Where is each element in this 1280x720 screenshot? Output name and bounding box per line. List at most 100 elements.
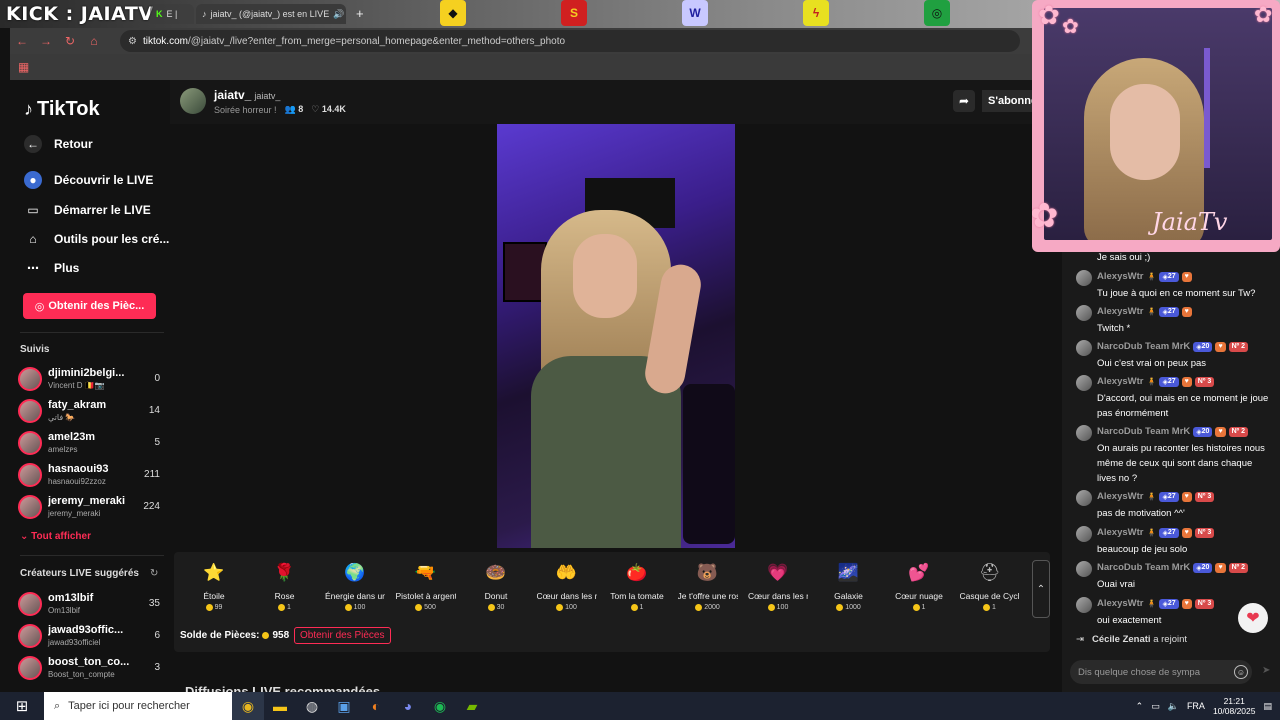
viewer-count: 211 — [144, 469, 160, 480]
chat-input[interactable]: Dis quelque chose de sympa — [1070, 660, 1252, 684]
user-subtitle: amelᴢᴘs — [48, 445, 78, 454]
back-arrow-icon[interactable]: ← — [10, 34, 34, 48]
network-icon[interactable]: ▭ — [1151, 701, 1160, 712]
home-icon[interactable]: ⌂ — [82, 34, 106, 48]
suggested-user[interactable]: jawad93offic... jawad93officiel 6 — [18, 622, 168, 652]
gift-item[interactable]: 🔫 Pistolet à argent 500 — [396, 560, 456, 611]
chat-username[interactable]: NarcoDub Team MrK — [1097, 426, 1190, 437]
share-button[interactable]: ➦ — [953, 90, 975, 112]
avatar[interactable] — [1076, 490, 1092, 506]
chat-username[interactable]: AlexysWtr — [1097, 491, 1143, 502]
gift-price: 100 — [748, 604, 808, 611]
avatar[interactable] — [1076, 597, 1092, 613]
clock[interactable]: 21:21 10/08/2025 — [1213, 696, 1256, 716]
avatar[interactable] — [1076, 375, 1092, 391]
volume-icon[interactable]: 🔈 — [1168, 701, 1179, 712]
sidebar-item-more[interactable]: ⋯ Plus — [24, 259, 79, 277]
gift-item[interactable]: 💗 Cœur dans les m... 100 — [748, 560, 808, 611]
spotify-icon[interactable]: ◉ — [424, 692, 456, 720]
emoji-icon[interactable]: ☺ — [1234, 665, 1248, 679]
user-subtitle: hasnaoui92ᴢᴢᴏᴢ — [48, 477, 106, 486]
get-coins-button[interactable]: Obtenir des Pièces — [294, 627, 391, 644]
avatar[interactable] — [1076, 305, 1092, 321]
following-user[interactable]: amel23m amelᴢᴘs 5 — [18, 429, 168, 459]
sidebar-item-start-live[interactable]: ▭ Démarrer le LIVE — [24, 201, 151, 219]
store-icon[interactable]: ▣ — [328, 692, 360, 720]
refresh-icon[interactable]: ↻ — [150, 568, 158, 579]
avatar[interactable] — [1076, 561, 1092, 577]
gift-item[interactable]: 🌹 Rose 1 — [255, 560, 315, 611]
join-notice: ⇥ Cécile Zenati a rejoint — [1076, 634, 1187, 645]
gift-item[interactable]: 🐻 Je t'offre une ros... 2000 — [678, 560, 738, 611]
avatar[interactable] — [1076, 340, 1092, 356]
gift-name: Cœur dans les m... — [536, 591, 597, 601]
back-link[interactable]: ← Retour — [24, 135, 93, 153]
sidebar-item-label: Démarrer le LIVE — [54, 203, 151, 217]
language-indicator[interactable]: FRA — [1187, 701, 1205, 711]
following-user[interactable]: djimini2belgi... Vincent D 🇧🇪📷 0 — [18, 365, 168, 395]
windows-start-icon[interactable]: ⊞ — [0, 692, 44, 720]
discord-icon[interactable]: ◕ — [392, 692, 424, 720]
url-field[interactable]: ⚙ tiktok.com/@jaiatv_/live?enter_from_me… — [120, 30, 1020, 52]
sidebar-item-creator-tools[interactable]: ⌂ Outils pour les cré... — [24, 230, 169, 248]
gift-price-value: 100 — [353, 604, 366, 611]
avatar[interactable] — [1076, 270, 1092, 286]
gift-expand-button[interactable]: ⌃ — [1032, 560, 1050, 618]
see-all-link[interactable]: ⌄ Tout afficher — [20, 531, 91, 542]
tiktok-logo[interactable]: ♪ TikTok — [24, 98, 100, 121]
tray-chevron-icon[interactable]: ⌃ — [1136, 701, 1144, 712]
like-count: 14.4K — [321, 104, 346, 114]
chat-username[interactable]: AlexysWtr — [1097, 376, 1143, 387]
chrome-icon[interactable]: ◉ — [232, 692, 264, 720]
apps-grid-icon[interactable]: ▦ — [18, 60, 29, 74]
chat-username[interactable]: AlexysWtr — [1097, 527, 1143, 538]
streamer-avatar[interactable] — [180, 88, 206, 114]
gift-item[interactable]: 🌍 Énergie dans un ... 100 — [325, 560, 385, 611]
gift-item[interactable]: 🤲 Cœur dans les m... 100 — [537, 560, 597, 611]
following-user[interactable]: faty_akram فاتي 🐎 14 — [18, 397, 168, 427]
gift-icon: ⭐ — [203, 563, 225, 582]
live-video[interactable] — [497, 124, 735, 548]
chat-username[interactable]: AlexysWtr — [1097, 598, 1143, 609]
obs-icon[interactable]: ◍ — [296, 692, 328, 720]
chat-username[interactable]: AlexysWtr — [1097, 306, 1143, 317]
following-user[interactable]: jeremy_meraki jeremy_meraki 224 — [18, 493, 168, 523]
taskbar-search[interactable]: ⌕ Taper ici pour rechercher — [44, 692, 232, 720]
new-tab-button[interactable]: + — [356, 6, 364, 21]
get-coins-button[interactable]: ◎ Obtenir des Pièc... — [23, 293, 156, 319]
reload-icon[interactable]: ↻ — [58, 34, 82, 48]
clock-date: 10/08/2025 — [1212, 706, 1256, 716]
rank-badge: Nº 2 — [1228, 426, 1249, 437]
following-user[interactable]: hasnaoui93 hasnaoui92ᴢᴢᴏᴢ 211 — [18, 461, 168, 491]
streamer-name[interactable]: jaiatv_ jaiatv_ — [214, 88, 280, 102]
chat-username[interactable]: NarcoDub Team MrK — [1097, 562, 1190, 573]
suggested-user[interactable]: om13lbif Om13lbif 35 — [18, 590, 168, 620]
level-badge: ◈ 27 — [1159, 491, 1179, 502]
forward-arrow-icon[interactable]: → — [34, 34, 58, 48]
tab-label: jaiatv_ (@jaiatv_) est en LIVE — [210, 9, 330, 19]
gift-item[interactable]: 🍅 Tom la tomate 1 — [607, 560, 667, 611]
chat-message-header: AlexysWtr 🧍 ◈ 27 ♥ Nº 3 — [1097, 598, 1215, 609]
sidebar-item-discover-live[interactable]: ● Découvrir le LIVE — [24, 171, 153, 189]
suggested-user[interactable]: boost_ton_co... Boost_ton_compte 3 — [18, 654, 168, 684]
send-icon[interactable]: ➤ — [1262, 665, 1270, 676]
rank-badge: Nº 2 — [1228, 341, 1249, 352]
gift-item[interactable]: 🌌 Galaxie 1000 — [819, 560, 879, 611]
chat-username[interactable]: AlexysWtr — [1097, 271, 1143, 282]
gift-item[interactable]: 💕 Cœur nuage 1 — [889, 560, 949, 611]
avatar[interactable] — [1076, 526, 1092, 542]
nvidia-icon[interactable]: ▰ — [456, 692, 488, 720]
site-info-icon[interactable]: ⚙ — [128, 36, 137, 47]
chat-username[interactable]: NarcoDub Team MrK — [1097, 341, 1190, 352]
like-heart-button[interactable]: ❤ — [1238, 603, 1268, 633]
gift-item[interactable]: ⭐ Étoile 99 — [184, 560, 244, 611]
tiktok-page: ♪ TikTok ← Retour ● Découvrir le LIVE ▭ … — [10, 80, 1050, 699]
notification-icon[interactable]: ▤ — [1263, 701, 1272, 712]
avatar[interactable] — [1076, 425, 1092, 441]
browser-tab-tiktok[interactable]: ♪ jaiatv_ (@jaiatv_) est en LIVE 🔊 ✕ — [196, 4, 346, 24]
gift-item[interactable]: 🍩 Donut 30 — [466, 560, 526, 611]
gift-item[interactable]: ⛑ Casque de Cyclis... 1 — [960, 560, 1020, 611]
file-explorer-icon[interactable]: ▬ — [264, 692, 296, 720]
game-launcher-icon[interactable]: ◐ — [360, 692, 392, 720]
browser-tab-kick[interactable]: K E | — [150, 4, 194, 24]
